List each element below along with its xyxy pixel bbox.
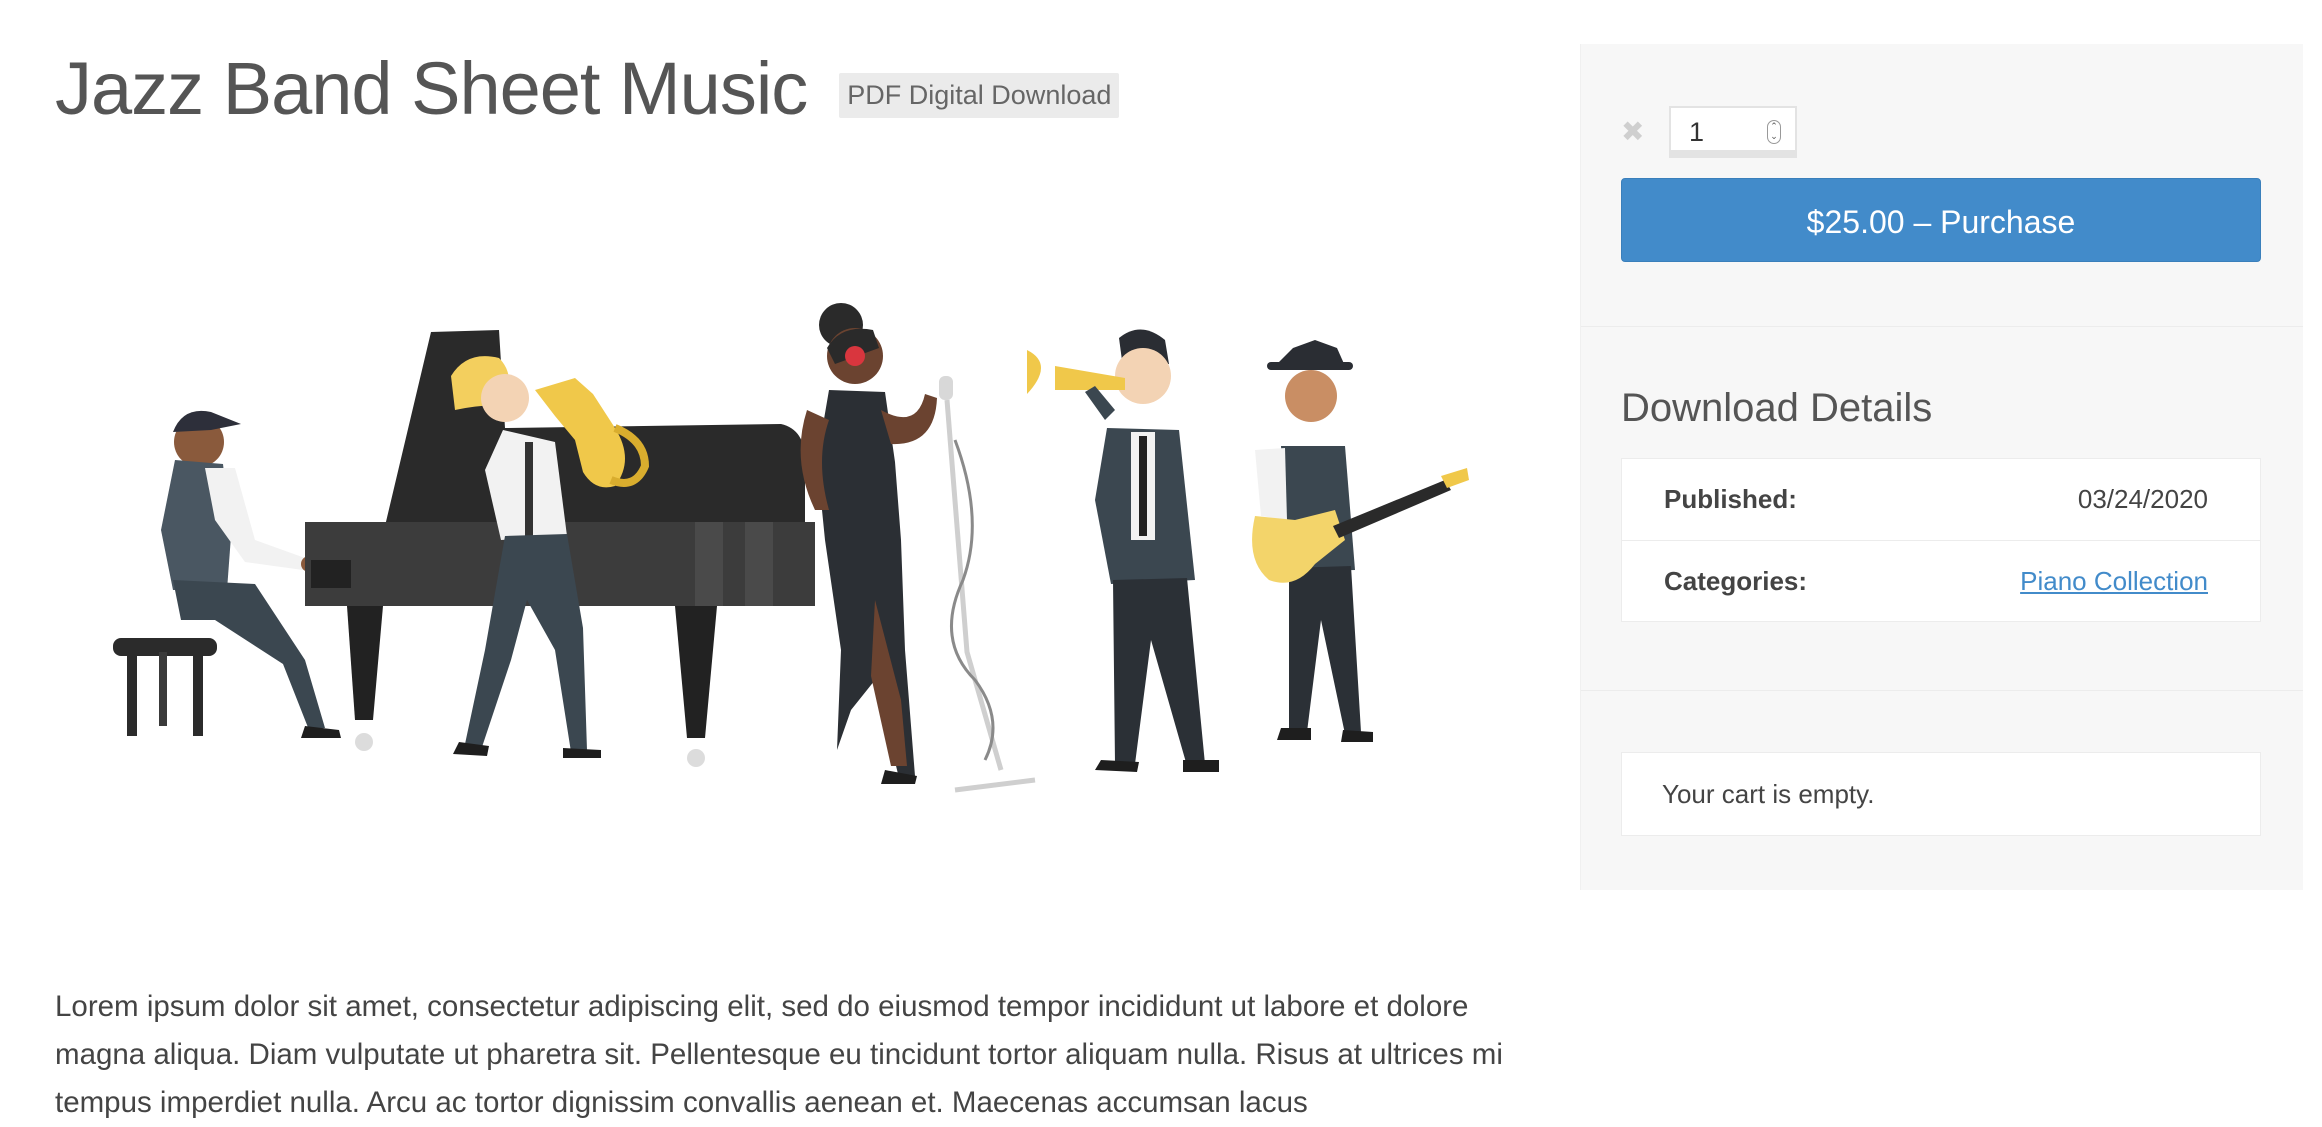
section-divider <box>1581 690 2303 691</box>
section-divider <box>1581 326 2303 327</box>
published-label: Published: <box>1664 484 1797 514</box>
remove-quantity-icon[interactable]: ✖ <box>1621 118 1661 146</box>
product-description: Lorem ipsum dolor sit amet, consectetur … <box>55 990 1503 1119</box>
purchase-button[interactable]: $25.00 – Purchase <box>1621 178 2261 262</box>
purchase-sidebar: ✖ 1 ⌃ ⌄ $25.00 – Purchase Download Detail… <box>1580 44 2303 890</box>
categories-label: Categories: <box>1664 565 1808 596</box>
guitarist <box>1252 340 1469 742</box>
quantity-row: ✖ 1 ⌃ ⌄ <box>1621 106 1797 158</box>
hero-image <box>55 180 1520 880</box>
microphone-stand <box>939 376 1036 793</box>
quantity-input[interactable]: 1 ⌃ ⌄ <box>1669 106 1797 158</box>
quantity-value: 1 <box>1689 117 1705 147</box>
details-row-categories: Categories: Piano Collection <box>1622 540 2260 621</box>
singer <box>800 303 937 784</box>
title-row: Jazz Band Sheet Music PDF Digital Downlo… <box>55 47 1120 130</box>
trumpeter <box>1027 329 1219 772</box>
details-row-published: Published: 03/24/2020 <box>1622 459 2260 540</box>
download-type-badge: PDF Digital Download <box>839 72 1120 118</box>
page-title: Jazz Band Sheet Music <box>55 47 808 130</box>
download-details-table: Published: 03/24/2020 Categories: Piano … <box>1621 458 2261 622</box>
category-link[interactable]: Piano Collection <box>2020 566 2208 597</box>
piano-bench <box>113 638 217 736</box>
download-details-title: Download Details <box>1621 386 1933 430</box>
cart-widget: Your cart is empty. <box>1621 752 2261 836</box>
published-value: 03/24/2020 <box>2077 484 2208 514</box>
quantity-stepper-icon[interactable]: ⌃ ⌄ <box>1767 120 1781 144</box>
